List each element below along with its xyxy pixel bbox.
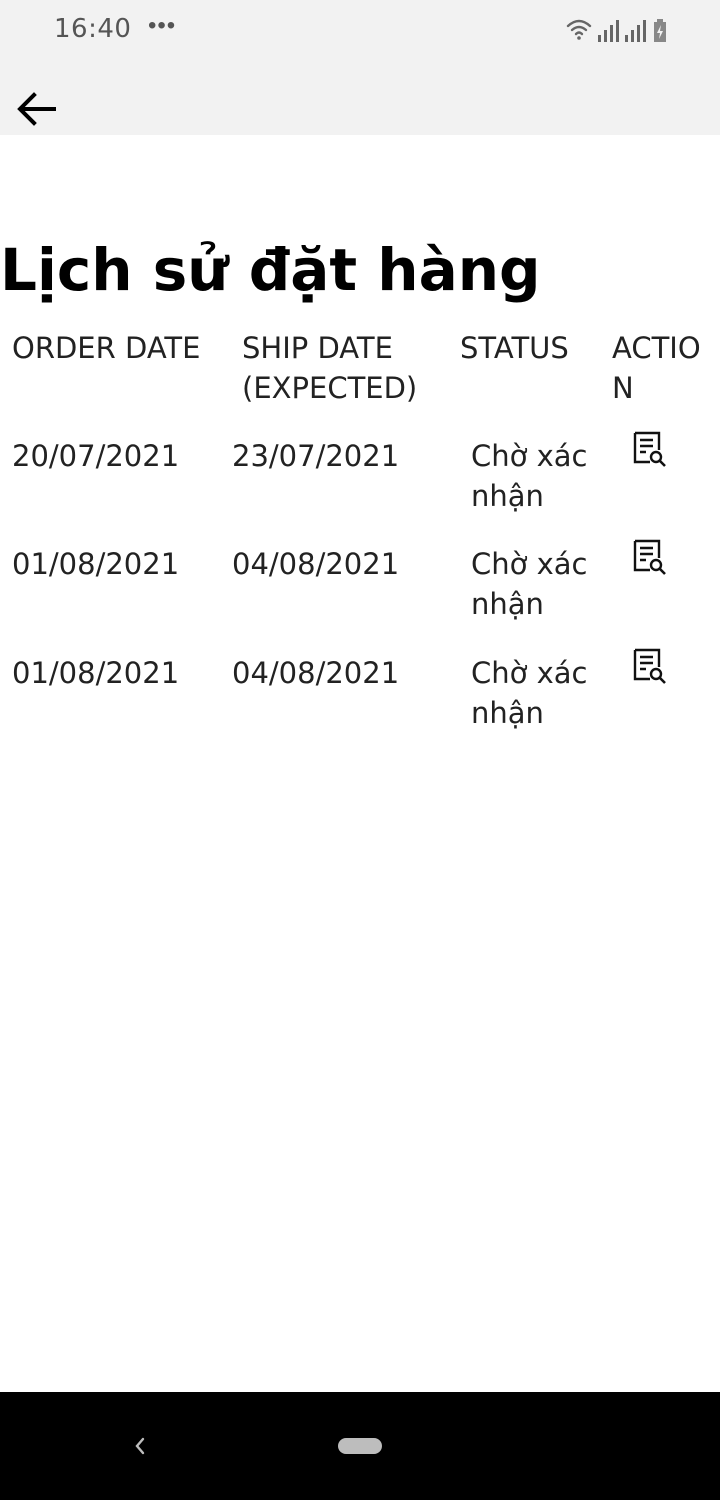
nav-back-button[interactable] (128, 1430, 152, 1462)
table-row: 01/08/2021 04/08/2021 Chờ xác nhận (0, 648, 720, 753)
table-row: 20/07/2021 23/07/2021 Chờ xác nhận (0, 431, 720, 536)
status-cell-wrap: nhận (471, 479, 544, 513)
view-order-button[interactable] (632, 647, 668, 687)
status-cell: Chờ xác (471, 439, 588, 473)
arrow-left-icon (17, 92, 56, 126)
ship-date-cell: 04/08/2021 (232, 547, 400, 581)
chevron-left-icon (135, 1437, 145, 1455)
status-time: 16:40 (54, 14, 132, 44)
column-header-status: STATUS (460, 331, 569, 365)
view-order-button[interactable] (632, 430, 668, 470)
signal-icon (625, 20, 646, 42)
page-title: Lịch sử đặt hàng (0, 236, 541, 304)
status-icons (566, 16, 676, 44)
app-bar (0, 62, 720, 135)
column-header-action: ACTIO (612, 331, 701, 365)
battery-charging-icon (654, 19, 666, 42)
document-search-icon (633, 539, 666, 575)
document-search-icon (633, 431, 666, 467)
ship-date-cell: 23/07/2021 (232, 439, 400, 473)
status-cell-wrap: nhận (471, 696, 544, 730)
column-header-action-wrap: N (612, 371, 634, 405)
order-date-cell: 20/07/2021 (12, 439, 180, 473)
column-header-ship-date-sub: (EXPECTED) (242, 371, 418, 405)
status-bar: 16:40 ••• (0, 0, 720, 62)
order-date-cell: 01/08/2021 (12, 547, 180, 581)
back-button[interactable] (12, 84, 62, 134)
signal-icon (598, 20, 619, 42)
status-cell: Chờ xác (471, 547, 588, 581)
column-header-ship-date: SHIP DATE (242, 331, 393, 365)
home-pill-icon[interactable] (338, 1438, 382, 1454)
column-header-order-date: ORDER DATE (12, 331, 201, 365)
wifi-icon (566, 19, 592, 40)
view-order-button[interactable] (632, 538, 668, 578)
system-navigation-bar (0, 1392, 720, 1500)
status-notification-dots: ••• (148, 12, 177, 39)
status-cell: Chờ xác (471, 656, 588, 690)
table-row: 01/08/2021 04/08/2021 Chờ xác nhận (0, 539, 720, 644)
order-date-cell: 01/08/2021 (12, 656, 180, 690)
document-search-icon (633, 648, 666, 684)
status-cell-wrap: nhận (471, 587, 544, 621)
ship-date-cell: 04/08/2021 (232, 656, 400, 690)
